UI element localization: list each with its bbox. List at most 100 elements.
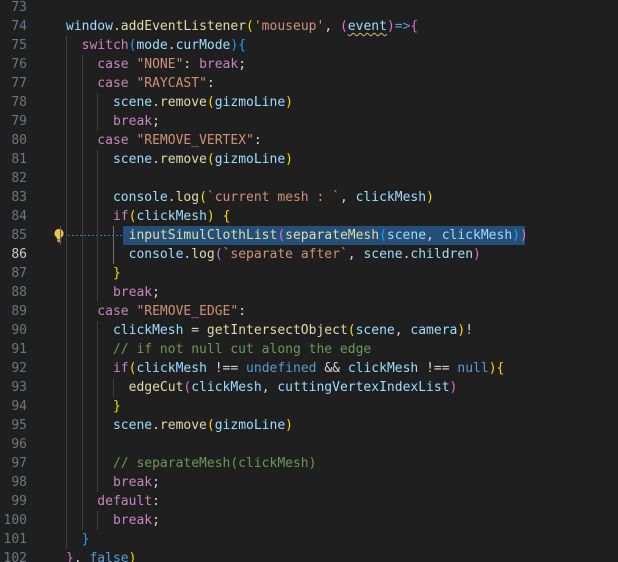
code-token: curMode: [175, 38, 231, 53]
code-text: window.addEventListener('mouseup', (even…: [66, 17, 418, 36]
code-line-100[interactable]: 100 break;: [0, 511, 618, 530]
code-token: ): [426, 190, 434, 205]
code-token: ,: [347, 247, 364, 262]
code-text: scene.remove(gizmoLine): [66, 150, 293, 169]
code-line-89[interactable]: 89 case "REMOVE_EDGE":: [0, 302, 618, 321]
code-token: .: [152, 95, 160, 110]
code-token: ;: [152, 114, 160, 129]
line-number: 73: [11, 0, 27, 15]
code-line-93[interactable]: 93 edgeCut(clickMesh, cuttingVertexIndex…: [0, 378, 618, 397]
code-token: .: [112, 19, 121, 34]
code-line-92[interactable]: 92 if(clickMesh !== undefined && clickMe…: [0, 359, 618, 378]
code-line-86[interactable]: 86 console.log(`separate after`, scene.c…: [0, 245, 618, 264]
code-token: mode: [136, 38, 168, 53]
code-token: (: [199, 190, 207, 205]
code-line-79[interactable]: 79 break;: [0, 112, 618, 131]
code-text: default:: [66, 492, 160, 511]
code-line-91[interactable]: 91 // if not null cut along the edge: [0, 340, 618, 359]
code-token: {: [222, 209, 231, 224]
code-line-85[interactable]: 85 inputSimulClothList(separateMesh(scen…: [0, 226, 618, 245]
code-token: scene: [386, 228, 427, 243]
code-token: "RAYCAST": [136, 76, 207, 91]
line-number: 98: [11, 475, 27, 490]
line-number: 102: [3, 551, 27, 562]
code-token: window: [66, 19, 113, 34]
code-token: ,: [324, 19, 340, 34]
code-line-81[interactable]: 81 scene.remove(gizmoLine): [0, 150, 618, 169]
code-token: break: [66, 475, 153, 490]
code-token: (: [339, 19, 348, 34]
code-token: // separateMesh(clickMesh): [66, 456, 317, 471]
code-token: case: [66, 304, 137, 319]
code-line-96[interactable]: 96: [0, 435, 618, 454]
line-number: 76: [11, 57, 27, 72]
code-token: clickMesh: [355, 190, 427, 205]
indent-guide: [66, 36, 67, 549]
code-text: if(clickMesh !== undefined && clickMesh …: [66, 359, 504, 378]
code-token: remove: [159, 152, 207, 167]
code-text: if(clickMesh) {: [66, 207, 230, 226]
code-line-97[interactable]: 97 // separateMesh(clickMesh): [0, 454, 618, 473]
code-token: }: [66, 532, 90, 547]
code-line-101[interactable]: 101 }: [0, 530, 618, 549]
code-token: remove: [159, 418, 207, 433]
code-token: case: [66, 57, 137, 72]
code-text: console.log(`separate after`, scene.chil…: [66, 245, 481, 264]
code-editor[interactable]: 73 74 window.addEventListener('mouseup', (…: [0, 0, 618, 562]
code-token: event: [347, 19, 387, 34]
code-token: (: [246, 19, 254, 34]
code-token: remove: [159, 95, 207, 110]
line-number: 100: [3, 513, 27, 528]
code-text: case "REMOVE_EDGE":: [66, 302, 246, 321]
code-token: ): [449, 380, 458, 395]
code-token: :: [152, 494, 160, 509]
code-line-84[interactable]: 84 if(clickMesh) {: [0, 207, 618, 226]
code-text: }: [66, 264, 121, 283]
line-number: 80: [11, 133, 27, 148]
lightbulb-icon[interactable]: [52, 228, 66, 243]
line-number: 85: [11, 228, 27, 243]
code-line-88[interactable]: 88 break;: [0, 283, 618, 302]
code-line-94[interactable]: 94 }: [0, 397, 618, 416]
code-line-82[interactable]: 82: [0, 169, 618, 188]
line-number: 87: [11, 266, 27, 281]
code-line-98[interactable]: 98 break;: [0, 473, 618, 492]
code-line-83[interactable]: 83 console.log(`current mesh : `, clickM…: [0, 188, 618, 207]
code-token: ;: [152, 513, 160, 528]
code-text: switch(mode.curMode){: [66, 36, 246, 55]
code-line-73[interactable]: 73: [0, 0, 618, 17]
code-line-87[interactable]: 87 }: [0, 264, 618, 283]
code-line-95[interactable]: 95 scene.remove(gizmoLine): [0, 416, 618, 435]
code-line-74[interactable]: 74 window.addEventListener('mouseup', (ev…: [0, 17, 618, 36]
code-token: :: [238, 304, 247, 319]
code-token: ): [473, 247, 481, 262]
code-line-102[interactable]: 102}, false): [0, 549, 618, 562]
code-token: log: [191, 247, 215, 262]
code-token: ): [488, 361, 497, 376]
code-line-99[interactable]: 99 default:: [0, 492, 618, 511]
code-token: children: [410, 247, 474, 262]
line-number: 81: [11, 152, 27, 167]
code-text: scene.remove(gizmoLine): [66, 416, 293, 435]
line-number: 86: [11, 247, 27, 262]
code-line-75[interactable]: 75 switch(mode.curMode){: [0, 36, 618, 55]
code-text: console.log(`current mesh : `, clickMesh…: [66, 188, 434, 207]
code-token: break: [66, 114, 153, 129]
indent-guide: [81, 55, 83, 530]
code-line-80[interactable]: 80 case "REMOVE_VERTEX":: [0, 131, 618, 150]
code-token: camera: [410, 323, 458, 338]
line-number: 93: [11, 380, 27, 395]
code-line-76[interactable]: 76 case "NONE": break;: [0, 55, 618, 74]
code-token: "REMOVE_VERTEX": [136, 133, 254, 148]
code-line-78[interactable]: 78 scene.remove(gizmoLine): [0, 93, 618, 112]
line-number: 79: [11, 114, 27, 129]
code-text: scene.remove(gizmoLine): [66, 93, 293, 112]
code-token: .: [167, 190, 176, 205]
code-line-90[interactable]: 90 clickMesh = getIntersectObject(scene,…: [0, 321, 618, 340]
code-token: =: [183, 323, 207, 338]
code-token: .: [167, 38, 176, 53]
code-line-77[interactable]: 77 case "RAYCAST":: [0, 74, 618, 93]
code-text: case "REMOVE_VERTEX":: [66, 131, 261, 150]
line-number: 92: [11, 361, 27, 376]
code-token: ,: [261, 380, 278, 395]
